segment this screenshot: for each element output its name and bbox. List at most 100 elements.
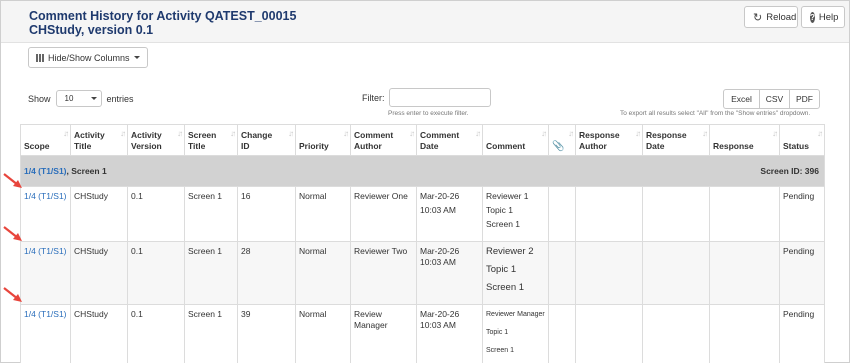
help-button[interactable]: ? Help: [801, 6, 845, 28]
col-header-comment-date[interactable]: ↓↑ Comment Date: [416, 124, 483, 156]
columns-icon: [36, 53, 44, 62]
cell-status: Pending: [779, 304, 825, 363]
cell-comment: Reviewer 2 Topic 1 Screen 1: [482, 241, 549, 305]
cell-response: [709, 304, 780, 363]
cell-priority: Normal: [295, 304, 351, 363]
sort-icon: ↓↑: [120, 129, 126, 138]
col-header-attachment[interactable]: ↓↑ 📎: [548, 124, 576, 156]
comment-history-table: ↓↑ Scope ↓↑ Activity Title ↓↑ Activity Versio…: [20, 124, 825, 363]
cell-comment: Reviewer 1 Topic 1 Screen 1: [482, 186, 549, 242]
col-header-response-author[interactable]: ↓↑ Response Author: [575, 124, 643, 156]
cell-screen-title: Screen 1: [184, 241, 238, 305]
title-line-1: Comment History for Activity QATEST_0001…: [29, 9, 297, 23]
scope-link[interactable]: 1/4 (T1/S1): [24, 191, 67, 201]
select-caret-icon: [90, 97, 97, 100]
excel-button[interactable]: Excel: [723, 89, 760, 109]
cell-activity-version: 0.1: [127, 186, 185, 242]
col-header-comment-author[interactable]: ↓↑ Comment Author: [350, 124, 417, 156]
entries-select[interactable]: 10: [55, 90, 102, 107]
reload-icon: ↻: [753, 11, 763, 24]
table-row: 1/4 (T1/S1) CHStudy 0.1 Screen 1 16 Norm…: [20, 186, 825, 242]
cell-change-id: 28: [237, 241, 296, 305]
cell-comment-date: Mar-20-26 10:03 AM: [416, 186, 483, 242]
sort-icon: ↓↑: [63, 129, 69, 138]
page-title: Comment History for Activity QATEST_0001…: [29, 9, 296, 37]
cell-comment-date: Mar-20-26 10:03 AM: [416, 241, 483, 305]
sort-icon: ↓↑: [568, 129, 574, 138]
cell-response-author: [575, 304, 643, 363]
col-header-response-date[interactable]: ↓↑ Response Date: [642, 124, 710, 156]
cell-comment-author: Reviewer One: [350, 186, 417, 242]
reload-label: Reload: [766, 11, 797, 23]
cell-response-author: [575, 186, 643, 242]
pdf-button[interactable]: PDF: [789, 89, 820, 109]
export-hint: To export all results select "All" from …: [620, 110, 811, 117]
entries-label: entries: [106, 93, 134, 104]
col-header-activity-title[interactable]: ↓↑ Activity Title: [70, 124, 128, 156]
sort-icon: ↓↑: [772, 129, 778, 138]
cell-change-id: 39: [237, 304, 296, 363]
cell-scope: 1/4 (T1/S1): [20, 186, 71, 242]
cell-activity-title: CHStudy: [70, 186, 128, 242]
cell-activity-version: 0.1: [127, 241, 185, 305]
col-header-screen-title[interactable]: ↓↑ Screen Title: [184, 124, 238, 156]
cell-response-author: [575, 241, 643, 305]
group-row-cell: 1/4 (T1/S1), Screen 1 Screen ID: 396: [20, 155, 825, 187]
col-header-activity-version[interactable]: ↓↑ Activity Version: [127, 124, 185, 156]
group-row: 1/4 (T1/S1), Screen 1 Screen ID: 396: [20, 155, 825, 187]
scope-link[interactable]: 1/4 (T1/S1): [24, 309, 67, 319]
cell-response-date: [642, 186, 710, 242]
cell-response: [709, 241, 780, 305]
cell-comment-author: Review Manager: [350, 304, 417, 363]
hide-show-columns-button[interactable]: Hide/Show Columns: [28, 47, 148, 68]
red-arrow-icon: [3, 226, 22, 241]
sort-icon: ↓↑: [177, 129, 183, 138]
cell-activity-title: CHStudy: [70, 241, 128, 305]
cell-attachment: [548, 241, 576, 305]
cell-priority: Normal: [295, 186, 351, 242]
title-line-2: CHStudy, version 0.1: [29, 23, 154, 37]
red-arrow-icon: [3, 173, 22, 188]
col-header-status[interactable]: ↓↑ Status: [779, 124, 825, 156]
filter-hint: Press enter to execute filter.: [388, 110, 469, 117]
entries-select-value: 10: [64, 94, 74, 103]
group-screen-label: , Screen 1: [66, 165, 107, 176]
col-header-priority[interactable]: ↓↑ Priority: [295, 124, 351, 156]
caret-down-icon: [133, 56, 140, 59]
col-header-change-id[interactable]: ↓↑ Change ID: [237, 124, 296, 156]
col-header-scope[interactable]: ↓↑ Scope: [20, 124, 71, 156]
sort-icon: ↓↑: [541, 129, 547, 138]
cell-screen-title: Screen 1: [184, 186, 238, 242]
sort-icon: ↓↑: [343, 129, 349, 138]
cell-screen-title: Screen 1: [184, 304, 238, 363]
sort-icon: ↓↑: [702, 129, 708, 138]
cell-status: Pending: [779, 186, 825, 242]
filter-input[interactable]: [389, 88, 491, 107]
col-header-comment[interactable]: ↓↑ Comment: [482, 124, 549, 156]
sort-icon: ↓↑: [288, 129, 294, 138]
cell-activity-title: CHStudy: [70, 304, 128, 363]
entries-length-control: Show 10 entries: [28, 90, 134, 107]
group-screen-id: Screen ID: 396: [760, 165, 819, 176]
col-header-response[interactable]: ↓↑ Response: [709, 124, 780, 156]
table-row: 1/4 (T1/S1) CHStudy 0.1 Screen 1 39 Norm…: [20, 304, 825, 363]
help-label: Help: [818, 11, 839, 23]
group-scope-link[interactable]: 1/4 (T1/S1): [24, 166, 67, 176]
cell-response-date: [642, 241, 710, 305]
reload-button[interactable]: ↻ Reload: [744, 6, 798, 28]
cell-scope: 1/4 (T1/S1): [20, 241, 71, 305]
sort-icon: ↓↑: [635, 129, 641, 138]
scope-link[interactable]: 1/4 (T1/S1): [24, 246, 67, 256]
csv-button[interactable]: CSV: [759, 89, 790, 109]
sort-icon: ↓↑: [475, 129, 481, 138]
cell-status: Pending: [779, 241, 825, 305]
sort-icon: ↓↑: [817, 129, 823, 138]
red-arrow-icon: [3, 287, 22, 302]
cell-scope: 1/4 (T1/S1): [20, 304, 71, 363]
filter-label: Filter:: [362, 93, 385, 103]
cell-change-id: 16: [237, 186, 296, 242]
cell-comment: Reviewer Manager Topic 1 Screen 1: [482, 304, 549, 363]
paperclip-icon: 📎: [552, 141, 565, 152]
show-label: Show: [28, 93, 51, 104]
sort-icon: ↓↑: [230, 129, 236, 138]
